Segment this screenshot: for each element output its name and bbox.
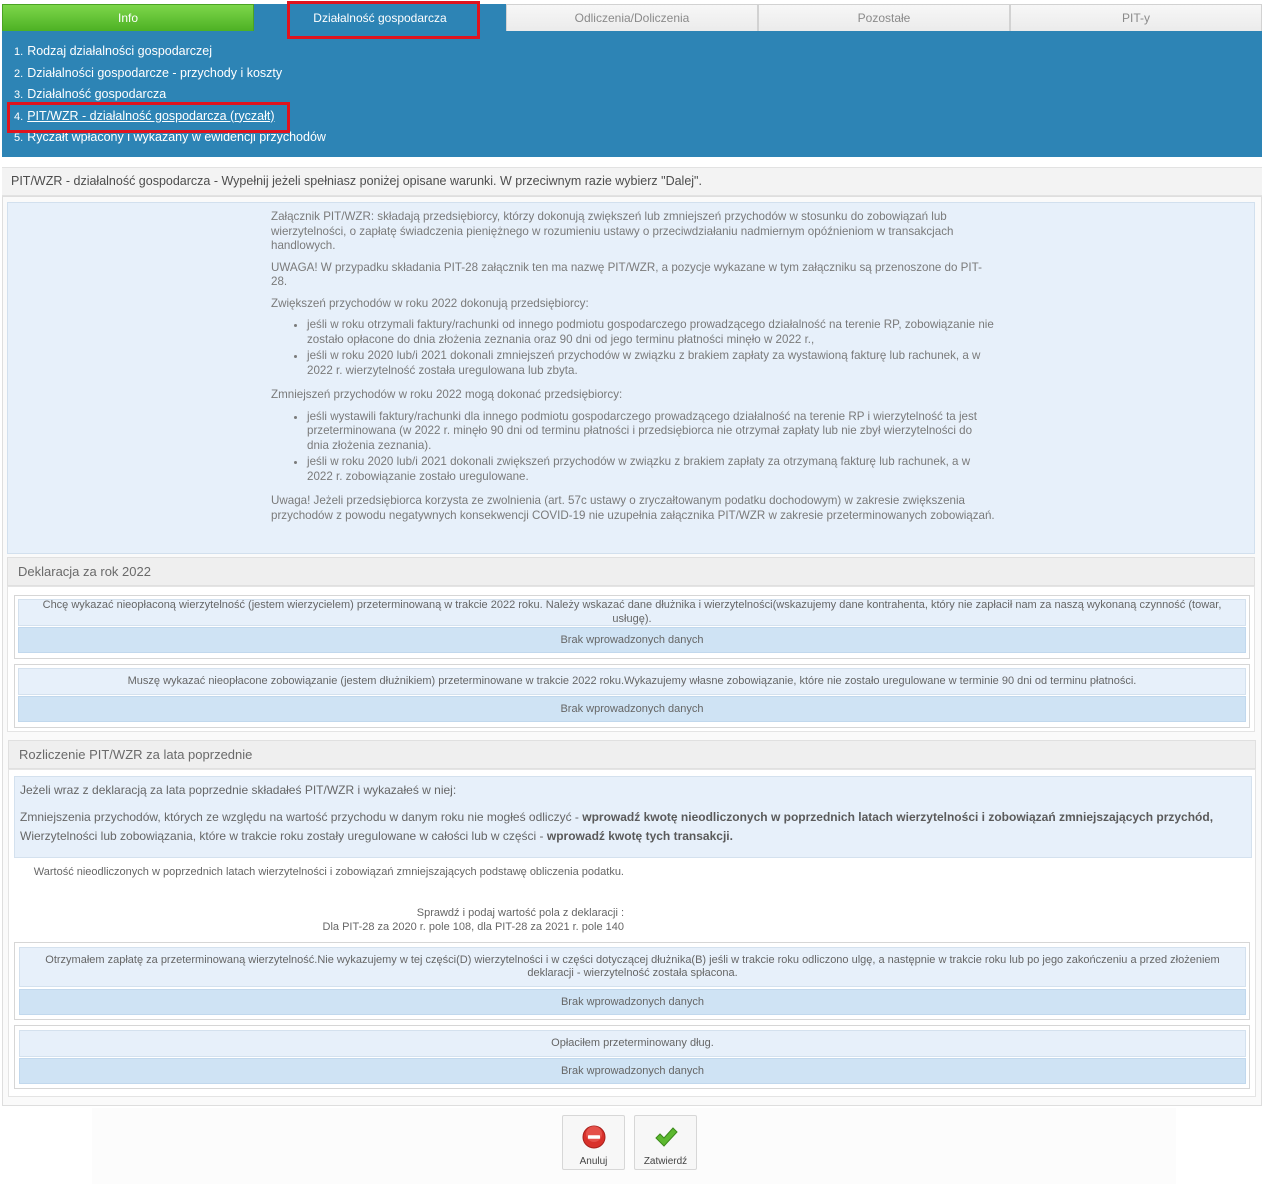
tab-info[interactable]: Info xyxy=(2,4,254,31)
creditor-desc: Chcę wykazać nieopłaconą wierzytelność (… xyxy=(18,599,1246,626)
info-list-2: jeśli wystawili faktury/rachunki dla inn… xyxy=(307,410,997,485)
undeducted-value-label: Wartość nieodliczonych w poprzednich lat… xyxy=(14,862,634,938)
list-item: jeśli w roku 2020 lub/i 2021 dokonali zm… xyxy=(307,349,997,378)
cancel-icon xyxy=(582,1125,605,1149)
info-p2: UWAGA! W przypadku składania PIT-28 załą… xyxy=(271,260,982,289)
tab-odliczenia[interactable]: Odliczenia/Doliczenia xyxy=(506,4,758,31)
debtor-nodata-button[interactable]: Brak wprowadzonych danych xyxy=(18,696,1246,722)
intro-bar: PIT/WZR - działalność gospodarcza - Wype… xyxy=(2,167,1262,196)
previous-line-2: Zmniejszenia przychodów, których ze wzgl… xyxy=(20,810,1214,824)
highlight-tab xyxy=(287,1,480,39)
info-p4: Zmniejszeń przychodów w roku 2022 mogą d… xyxy=(271,388,623,401)
paid-debt-nodata-button[interactable]: Brak wprowadzonych danych xyxy=(19,1058,1246,1084)
step-1[interactable]: 1. Rodzaj działalności gospodarczej xyxy=(14,43,1262,65)
received-payment-desc: Otrzymałem zapłatę za przeterminowaną wi… xyxy=(19,947,1246,987)
previous-line-1: Jeżeli wraz z deklaracją za lata poprzed… xyxy=(20,783,457,797)
info-p5: Uwaga! Jeżeli przedsiębiorca korzysta ze… xyxy=(271,494,995,522)
section-previous-title: Rozliczenie PIT/WZR za lata poprzednie xyxy=(8,740,1256,769)
received-payment-nodata-button[interactable]: Brak wprowadzonych danych xyxy=(19,989,1246,1015)
list-item: jeśli w roku otrzymali faktury/rachunki … xyxy=(307,318,997,347)
cancel-label: Anuluj xyxy=(579,1156,608,1167)
cancel-button[interactable]: Anuluj xyxy=(562,1115,625,1170)
list-item: jeśli wystawili faktury/rachunki dla inn… xyxy=(307,410,997,454)
step-2[interactable]: 2. Działalności gospodarcze - przychody i… xyxy=(14,65,1262,87)
creditor-nodata-button[interactable]: Brak wprowadzonych danych xyxy=(18,627,1246,653)
confirm-button[interactable]: Zatwierdź xyxy=(634,1115,697,1170)
tab-pit-y[interactable]: PIT-y xyxy=(1010,4,1262,31)
highlight-step xyxy=(7,102,290,133)
info-p3: Zwiększeń przychodów w roku 2022 dokonuj… xyxy=(271,296,589,310)
paid-debt-desc: Opłaciłem przeterminowany dług. xyxy=(19,1030,1246,1057)
steps-panel: 1. Rodzaj działalności gospodarczej 2. Dzi… xyxy=(2,31,1262,157)
previous-line-3: Wierzytelności lub zobowiązania, które w… xyxy=(20,829,733,843)
checkmark-icon xyxy=(654,1127,678,1147)
section-2022-title: Deklaracja za rok 2022 xyxy=(7,557,1255,586)
tab-bar: Info Działalność gospodarcza Odliczenia/… xyxy=(2,4,1262,31)
previous-info: Jeżeli wraz z deklaracją za lata poprzed… xyxy=(14,776,1252,858)
debtor-desc: Muszę wykazać nieopłacone zobowiązanie (… xyxy=(18,668,1246,695)
confirm-label: Zatwierdź xyxy=(643,1156,688,1167)
info-list-1: jeśli w roku otrzymali faktury/rachunki … xyxy=(307,318,997,378)
list-item: jeśli w roku 2020 lub/i 2021 dokonali zw… xyxy=(307,455,997,484)
tab-pozostale[interactable]: Pozostałe xyxy=(758,4,1010,31)
info-p1: Załącznik PIT/WZR: składają przedsiębior… xyxy=(271,210,954,252)
info-text: Załącznik PIT/WZR: składają przedsiębior… xyxy=(271,210,997,530)
